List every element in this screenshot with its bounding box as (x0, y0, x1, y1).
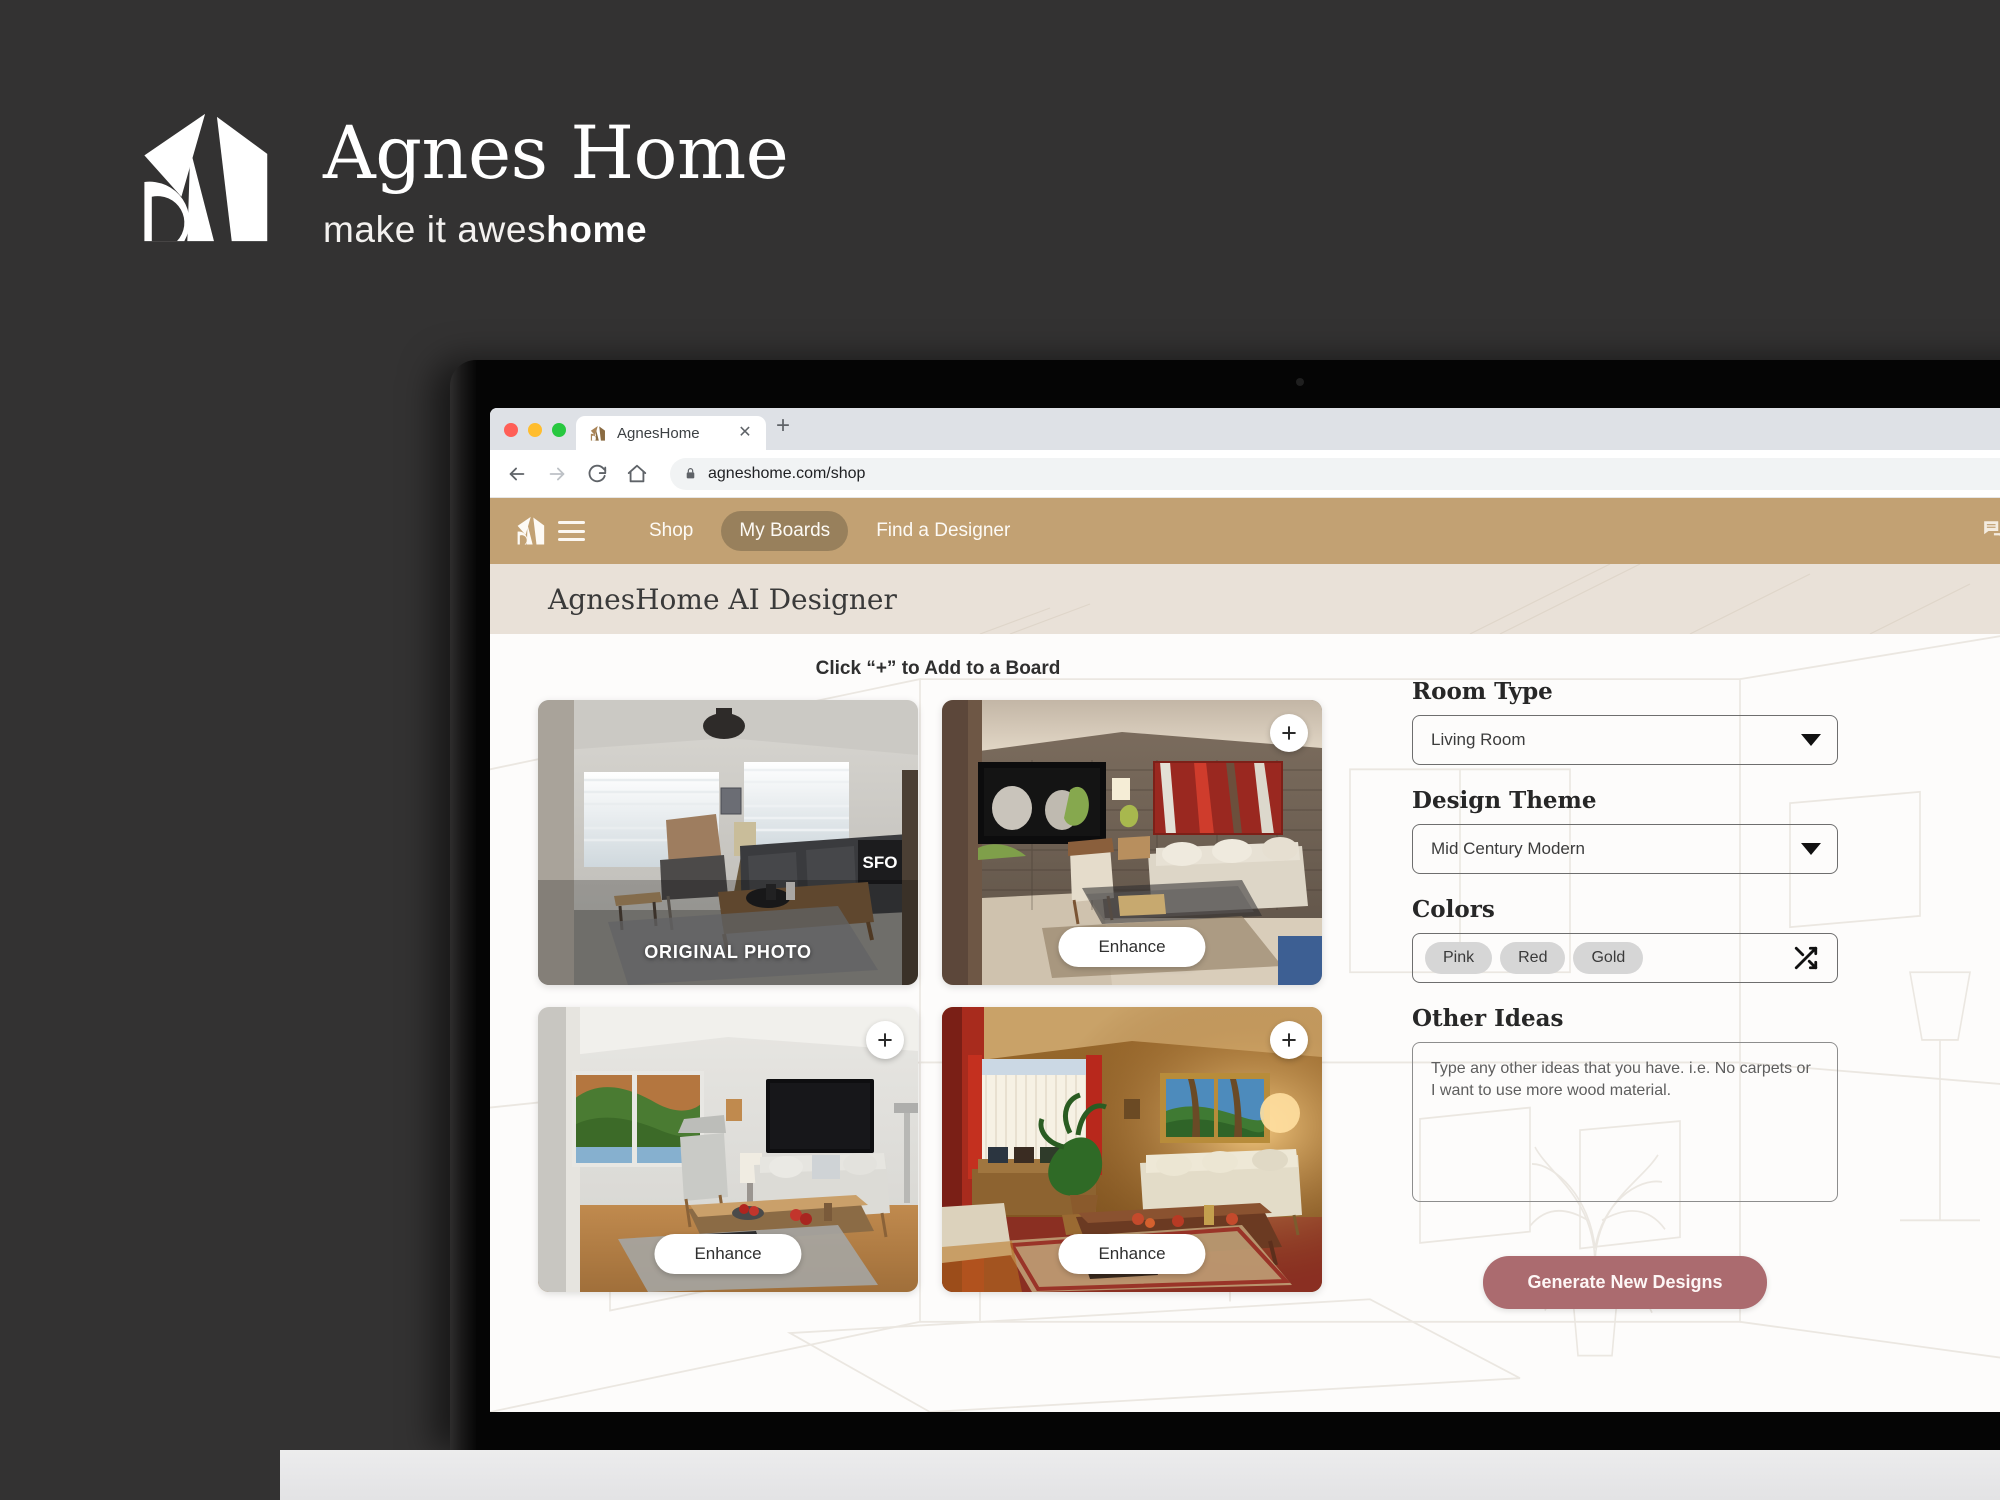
other-ideas-label: Other Ideas (1412, 1005, 1564, 1032)
page-title: AgnesHome AI Designer (548, 582, 897, 616)
back-arrow-icon[interactable] (506, 463, 528, 485)
lock-icon (686, 468, 695, 479)
agneshome-nav-logo-icon[interactable] (516, 515, 548, 547)
chevron-down-icon (1801, 734, 1821, 746)
new-tab-icon[interactable]: + (776, 414, 790, 450)
enhance-button[interactable]: Enhance (654, 1234, 802, 1274)
enhance-button[interactable]: Enhance (1058, 927, 1206, 967)
canvas-content: Click “+” to Add to a Board SFO ORIGINAL… (490, 634, 2000, 1412)
generate-button-wrap: Generate New Designs (1412, 1256, 1838, 1309)
browser-tab[interactable]: AgnesHome ✕ (576, 416, 766, 450)
agneshome-logo-icon (144, 113, 268, 242)
tagline-light: make it awes (323, 209, 547, 251)
design-theme-select[interactable]: Mid Century Modern (1412, 824, 1838, 874)
design-card-stone-wall[interactable]: Enhance (942, 700, 1322, 985)
original-photo-card[interactable]: SFO ORIGINAL PHOTO (538, 700, 918, 985)
shuffle-icon[interactable] (1791, 945, 1821, 971)
nav-link-my-boards[interactable]: My Boards (721, 511, 849, 551)
plus-icon (878, 1033, 892, 1047)
add-to-board-button[interactable] (1270, 714, 1308, 752)
other-ideas-placeholder: Type any other ideas that you have. i.e.… (1431, 1060, 1811, 1100)
reload-icon[interactable] (586, 463, 608, 485)
nav-link-shop[interactable]: Shop (631, 511, 711, 551)
plus-icon (1282, 1033, 1296, 1047)
room-type-select[interactable]: Living Room (1412, 715, 1838, 765)
design-grid: SFO ORIGINAL PHOTO Enhance Enhance Enhan… (538, 700, 1370, 1292)
color-chip-pink[interactable]: Pink (1425, 942, 1493, 974)
laptop-base (280, 1450, 2000, 1500)
room-type-label: Room Type (1412, 678, 1553, 705)
design-card-warm-vintage[interactable]: Enhance (942, 1007, 1322, 1292)
screenshot-canvas: Agnes Home make it aweshome AgnesHome ✕ … (0, 0, 2000, 1500)
hamburger-menu-icon[interactable] (558, 521, 585, 541)
design-options-panel: Room Type Living Room Design Theme Mid C… (1370, 658, 1900, 1412)
chevron-down-icon (1801, 843, 1821, 855)
original-photo-label: ORIGINAL PHOTO (644, 942, 812, 962)
color-chip-gold[interactable]: Gold (1573, 942, 1644, 974)
minimize-window-icon[interactable] (528, 423, 542, 437)
address-bar-url: agneshome.com/shop (708, 464, 866, 482)
nav-right-actions (1982, 511, 2000, 551)
browser-toolbar: agneshome.com/shop (490, 450, 2000, 498)
colors-label: Colors (1412, 896, 1495, 923)
brand-lockup: Agnes Home make it aweshome (137, 105, 789, 253)
brand-tagline: make it aweshome (323, 209, 788, 251)
add-to-board-button[interactable] (866, 1021, 904, 1059)
colors-field[interactable]: Pink Red Gold (1412, 933, 1838, 983)
generate-new-designs-button[interactable]: Generate New Designs (1483, 1256, 1767, 1309)
app-navbar: Shop My Boards Find a Designer (490, 498, 2000, 564)
forward-arrow-icon[interactable] (546, 463, 568, 485)
home-icon[interactable] (626, 463, 648, 485)
webcam-dot-icon (1296, 378, 1304, 386)
design-theme-value: Mid Century Modern (1431, 839, 1586, 858)
maximize-window-icon[interactable] (552, 423, 566, 437)
laptop-mockup: AgnesHome ✕ + agneshome.com/shop Shop My… (280, 360, 2000, 1500)
address-bar[interactable]: agneshome.com/shop (670, 457, 2000, 490)
nav-link-find-a-designer[interactable]: Find a Designer (858, 511, 1028, 551)
tagline-bold: home (546, 209, 648, 251)
enhance-button[interactable]: Enhance (1058, 1234, 1206, 1274)
gallery-column: Click “+” to Add to a Board SFO ORIGINAL… (490, 658, 1370, 1412)
window-traffic-lights[interactable] (504, 423, 566, 450)
design-card-bright-modern[interactable]: Enhance (538, 1007, 918, 1292)
plus-icon (1282, 726, 1296, 740)
brand-name: Agnes Home (323, 111, 789, 196)
close-tab-icon[interactable]: ✕ (737, 425, 753, 441)
gallery-hint: Click “+” to Add to a Board (815, 658, 1061, 679)
agneshome-favicon-icon (590, 425, 605, 441)
main-canvas: Click “+” to Add to a Board SFO ORIGINAL… (490, 634, 2000, 1412)
chat-bubble-icon[interactable] (1982, 518, 2000, 544)
brand-text: Agnes Home make it aweshome (323, 105, 789, 251)
laptop-screen: AgnesHome ✕ + agneshome.com/shop Shop My… (490, 408, 2000, 1412)
room-type-value: Living Room (1431, 730, 1526, 749)
nav-links: Shop My Boards Find a Designer (631, 511, 1028, 551)
svg-text:SFO: SFO (863, 853, 898, 872)
design-theme-label: Design Theme (1412, 787, 1597, 814)
browser-tabstrip: AgnesHome ✕ + (490, 408, 2000, 450)
add-to-board-button[interactable] (1270, 1021, 1308, 1059)
close-window-icon[interactable] (504, 423, 518, 437)
page-header: AgnesHome AI Designer (490, 564, 2000, 634)
color-chip-red[interactable]: Red (1500, 942, 1566, 974)
other-ideas-textarea[interactable]: Type any other ideas that you have. i.e.… (1412, 1042, 1838, 1202)
browser-tab-title: AgnesHome (617, 424, 700, 442)
